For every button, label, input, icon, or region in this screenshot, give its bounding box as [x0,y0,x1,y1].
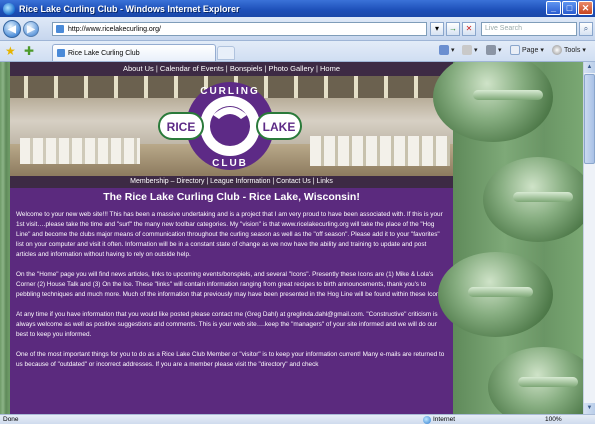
home-button[interactable]: ▾ [439,45,455,55]
print-icon [486,45,496,55]
search-input[interactable]: Live Search [481,22,577,36]
curling-stones-image [433,62,583,414]
address-input[interactable]: http://www.ricelakecurling.org/ [52,22,427,36]
logo-text-left: RICE [167,120,196,134]
site-content: About Us | Calendar of Events | Bonspiel… [10,62,453,414]
welcome-text: Welcome to your new web site!!! This has… [10,204,453,370]
vertical-scrollbar[interactable]: ▲ ▼ [583,62,595,414]
secondary-navigation[interactable]: Membership – Directory | League Informat… [10,176,453,188]
print-button[interactable]: ▾ [486,45,502,55]
page-menu-icon [510,45,520,55]
status-text: Done [3,416,19,423]
zone-label: Internet [433,416,456,423]
stop-button[interactable]: ✕ [462,22,476,36]
zoom-level[interactable]: 100% [545,415,562,424]
minimize-button[interactable]: _ [546,1,561,15]
status-bar: Done Internet 100% [0,414,595,424]
feeds-button[interactable]: ▾ [462,45,478,55]
window-controls: _ □ ✕ [546,1,593,15]
paragraph-contact: At any time if you have information that… [16,311,438,338]
chairs-left [20,138,140,164]
page-menu[interactable]: Page ▾ [510,45,544,55]
address-dropdown-icon[interactable]: ▾ [430,22,444,36]
rss-icon [462,45,472,55]
logo-text-bottom: CLUB [212,158,248,169]
tools-menu-label: Tools [564,46,581,54]
security-zone[interactable]: Internet [423,415,455,424]
window-title: Rice Lake Curling Club - Windows Interne… [19,3,240,14]
search-icon[interactable]: ⌕ [579,22,593,36]
stone-handle [518,377,578,387]
window-titlebar: Rice Lake Curling Club - Windows Interne… [0,0,595,17]
stone-handle [468,287,533,297]
page-menu-label: Page [522,46,539,54]
home-icon [439,45,449,55]
club-banner: RICE LAKE CURLING CLUB [10,76,453,176]
curling-club-logo: RICE LAKE CURLING CLUB [158,82,302,170]
gear-icon [552,45,562,55]
address-url: http://www.ricelakecurling.org/ [68,25,161,33]
add-favorites-icon[interactable]: ✚ [24,44,34,58]
internet-explorer-icon [3,2,15,15]
close-button[interactable]: ✕ [578,1,593,15]
globe-icon [423,415,431,424]
tab-label: Rice Lake Curling Club [68,49,140,57]
tab-rice-lake-curling-club[interactable]: Rice Lake Curling Club [52,44,216,61]
page-viewport: About Us | Calendar of Events | Bonspiel… [0,62,583,414]
scrollbar-thumb[interactable] [584,74,595,164]
top-navigation[interactable]: About Us | Calendar of Events | Bonspiel… [10,62,453,76]
paragraph-information: One of the most important things for you… [16,351,445,368]
stone-handle [513,192,573,202]
back-button[interactable]: ◀ [3,20,21,38]
address-toolbar: ◀ ▶ http://www.ricelakecurling.org/ ▾ → … [0,17,595,41]
chairs-right [310,136,450,166]
scroll-down-icon[interactable]: ▼ [584,403,595,414]
page-heading: The Rice Lake Curling Club - Rice Lake, … [103,191,360,203]
maximize-button[interactable]: □ [562,1,577,15]
favorites-star-icon[interactable]: ★ [5,44,16,58]
new-tab-button[interactable] [217,46,235,60]
scroll-up-icon[interactable]: ▲ [584,62,595,73]
paragraph-welcome: Welcome to your new web site!!! This has… [16,211,443,258]
tab-toolbar: ★ ✚ Rice Lake Curling Club ▾ ▾ ▾ Page ▾ T… [0,41,595,62]
logo-text-right: LAKE [263,120,296,134]
page-icon [56,25,64,33]
stone-handle [473,90,543,100]
tools-menu[interactable]: Tools ▾ [552,45,586,55]
go-button[interactable]: → [446,22,460,36]
page-icon [57,49,65,57]
logo-text-top: CURLING [200,86,260,97]
forward-button[interactable]: ▶ [23,21,39,37]
paragraph-icons: On the "Home" page you will find news ar… [16,271,445,298]
